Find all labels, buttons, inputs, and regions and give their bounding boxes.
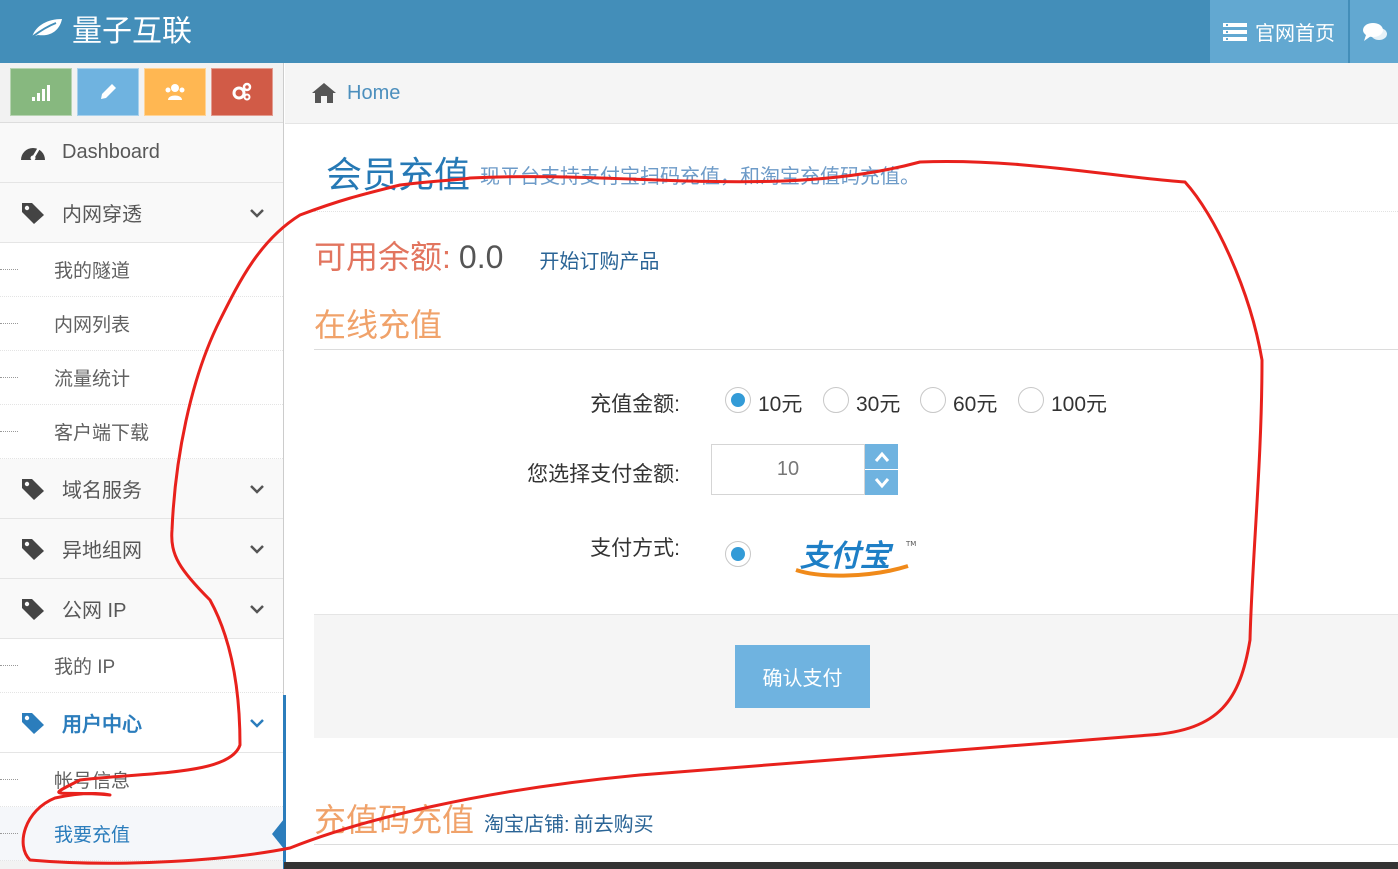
payment-method-label: 支付方式: (590, 537, 680, 560)
chevron-down-icon (874, 477, 889, 488)
taobao-shop-label: 淘宝店铺: (484, 814, 570, 836)
amount-option-label: 60元 (953, 393, 998, 416)
sidebar-item-label: 用户中心 (62, 714, 142, 736)
sidebar-subitem-label: 内网列表 (54, 315, 131, 336)
chevron-up-icon (874, 451, 889, 462)
sidebar: Dashboard 内网穿透 我的隧道 内网列表 流量统计 客户端下载 域名服务… (0, 63, 284, 869)
home-link-label: 官网首页 (1255, 23, 1335, 45)
sidebar-item-remote-network[interactable]: 异地组网 (0, 519, 283, 579)
sidebar-subitem-label: 我的隧道 (54, 261, 131, 282)
signal-icon (32, 85, 50, 101)
chevron-down-icon (250, 605, 264, 614)
list-icon (1223, 22, 1247, 41)
sidebar-item-label: Dashboard (62, 141, 160, 163)
shortcut-stats[interactable] (10, 68, 72, 116)
amount-radio-60[interactable] (920, 387, 946, 413)
sidebar-subitem-recharge[interactable]: 我要充值 (0, 807, 284, 861)
chevron-down-icon (250, 719, 264, 728)
home-icon (312, 83, 336, 103)
sidebar-item-user-center[interactable]: 用户中心 (0, 693, 283, 753)
home-link[interactable]: 官网首页 (1210, 0, 1348, 63)
pay-amount-label: 您选择支付金额: (527, 463, 680, 486)
tag-icon (22, 712, 44, 734)
pencil-icon (101, 84, 116, 99)
online-recharge-header: 在线充值 (314, 300, 1398, 350)
svg-text:TM: TM (905, 540, 916, 548)
sidebar-item-label: 内网穿透 (62, 204, 142, 226)
sidebar-subitem-my-ip[interactable]: 我的 IP (0, 639, 283, 693)
sidebar-subitem-account-info[interactable]: 帐号信息 (0, 753, 283, 807)
users-icon (165, 84, 185, 100)
page-header: 会员充值 现平台支持支付宝扫码充值，和淘宝充值码充值。 (314, 124, 1398, 212)
code-recharge-header: 充值码充值 淘宝店铺: 前去购买 (314, 795, 1398, 845)
spinner-up-button[interactable] (865, 444, 898, 469)
leaf-icon (31, 19, 62, 38)
sidebar-item-public-ip[interactable]: 公网 IP (0, 579, 283, 639)
breadcrumb-home[interactable]: Home (347, 82, 400, 105)
page-title: 会员充值 (326, 154, 471, 195)
amount-option-label: 10元 (758, 393, 803, 416)
amount-radio-10[interactable] (725, 387, 751, 413)
shortcut-settings[interactable] (211, 68, 273, 116)
comments-icon (1363, 22, 1387, 41)
shortcut-edit[interactable] (77, 68, 139, 116)
balance-value: 0.0 (458, 239, 504, 275)
sidebar-item-domain[interactable]: 域名服务 (0, 459, 283, 519)
page-subtitle: 现平台支持支付宝扫码充值，和淘宝充值码充值。 (480, 166, 920, 188)
amount-radio-30[interactable] (823, 387, 849, 413)
sidebar-subitem-traffic-stats[interactable]: 流量统计 (0, 351, 283, 405)
tachometer-icon (21, 146, 45, 160)
sidebar-subitem-intranet-list[interactable]: 内网列表 (0, 297, 283, 351)
tag-icon (22, 598, 44, 620)
amount-radio-100[interactable] (1018, 387, 1044, 413)
brand[interactable]: 量子互联 (30, 8, 192, 48)
amount-option-label: 100元 (1051, 393, 1108, 416)
sidebar-subitem-label: 我要充值 (54, 825, 131, 846)
amount-option-label: 30元 (856, 393, 901, 416)
spinner-down-button[interactable] (865, 470, 898, 495)
top-navbar: 量子互联 官网首页 (0, 0, 1398, 63)
chevron-down-icon (250, 545, 264, 554)
active-menu-indicator (283, 695, 286, 869)
chevron-down-icon (250, 485, 264, 494)
balance-label: 可用余额: (314, 239, 451, 275)
cogs-icon (232, 82, 252, 101)
sidebar-shortcuts (0, 63, 283, 123)
chevron-down-icon (250, 209, 264, 218)
code-recharge-title: 充值码充值 (314, 802, 475, 838)
sidebar-subitem-my-tunnels[interactable]: 我的隧道 (0, 243, 283, 297)
amount-label: 充值金额: (590, 393, 680, 416)
order-products-link[interactable]: 开始订购产品 (539, 245, 659, 274)
alipay-logo: 支付宝 TM (795, 539, 916, 578)
sidebar-item-intranet[interactable]: 内网穿透 (0, 183, 283, 243)
brand-name: 量子互联 (72, 15, 192, 48)
bottom-bar (284, 862, 1398, 869)
sidebar-item-dashboard[interactable]: Dashboard (0, 123, 283, 183)
online-recharge-title: 在线充值 (314, 307, 443, 343)
messages-button[interactable] (1350, 0, 1398, 63)
tag-icon (22, 538, 44, 560)
breadcrumb: Home (285, 63, 1398, 124)
shortcut-users[interactable] (144, 68, 206, 116)
balance-row: 可用余额: 0.0 开始订购产品 (314, 232, 659, 278)
sidebar-subitem-label: 帐号信息 (54, 771, 131, 792)
tag-icon (22, 202, 44, 224)
sidebar-item-label: 公网 IP (62, 600, 127, 622)
svg-text:支付宝: 支付宝 (800, 539, 894, 574)
sidebar-subitem-label: 我的 IP (54, 657, 116, 678)
sidebar-subitem-label: 客户端下载 (54, 423, 150, 444)
tag-icon (22, 478, 44, 500)
sidebar-subitem-label: 流量统计 (54, 369, 131, 390)
pay-amount-input[interactable]: 10 (711, 444, 865, 495)
payment-method-radio-alipay[interactable] (725, 541, 751, 567)
confirm-payment-button[interactable]: 确认支付 (735, 645, 870, 708)
sidebar-subitem-client-download[interactable]: 客户端下载 (0, 405, 283, 459)
sidebar-item-label: 域名服务 (62, 480, 142, 502)
sidebar-item-label: 异地组网 (62, 540, 142, 562)
taobao-buy-link[interactable]: 前去购买 (574, 808, 654, 837)
